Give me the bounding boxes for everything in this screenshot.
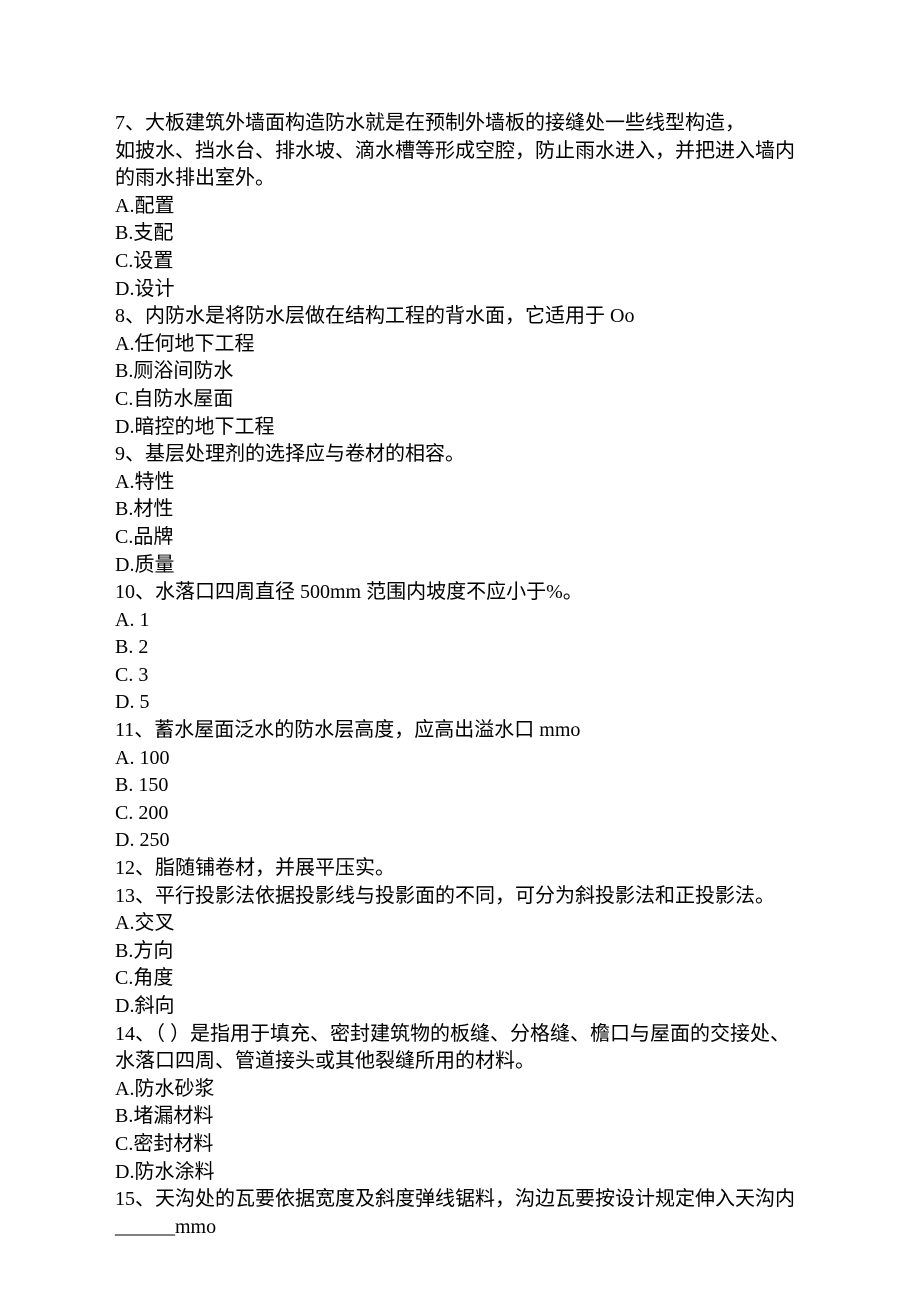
question-number: 11、 [115, 719, 154, 741]
question-body: （ ）是指用于填充、密封建筑物的板缝、分格缝、檐口与屋面的交接处、 [155, 1023, 790, 1045]
question-number: 15、 [115, 1188, 155, 1210]
question-number: 9、 [115, 443, 145, 465]
option-a: A. 100 [115, 745, 805, 773]
question-text-line: 11、蓄水屋面泛水的防水层高度，应高出溢水口 mmo [115, 717, 805, 745]
option-b: B.材性 [115, 496, 805, 524]
question-11: 11、蓄水屋面泛水的防水层高度，应高出溢水口 mmo A. 100 B. 150… [115, 717, 805, 855]
option-b: B.方向 [115, 938, 805, 966]
option-b: B.支配 [115, 220, 805, 248]
option-b: B. 2 [115, 634, 805, 662]
option-c: C.角度 [115, 965, 805, 993]
question-text-line: 水落口四周、管道接头或其他裂缝所用的材料。 [115, 1048, 805, 1076]
option-b: B. 150 [115, 772, 805, 800]
question-13: 13、平行投影法依据投影线与投影面的不同，可分为斜投影法和正投影法。 A.交叉 … [115, 883, 805, 1021]
option-a: A. 1 [115, 607, 805, 635]
question-body: 内防水是将防水层做在结构工程的背水面，它适用于 Oo [145, 305, 634, 327]
question-text-line: 7、大板建筑外墙面构造防水就是在预制外墙板的接缝处一些线型构造， [115, 110, 805, 138]
option-c: C.设置 [115, 248, 805, 276]
question-body: 大板建筑外墙面构造防水就是在预制外墙板的接缝处一些线型构造， [145, 112, 745, 134]
question-number: 14、 [115, 1023, 155, 1045]
question-number: 8、 [115, 305, 145, 327]
option-d: D.设计 [115, 276, 805, 304]
option-d: D.斜向 [115, 993, 805, 1021]
option-d: D. 5 [115, 689, 805, 717]
question-text-line: 14、（ ）是指用于填充、密封建筑物的板缝、分格缝、檐口与屋面的交接处、 [115, 1021, 805, 1049]
question-7: 7、大板建筑外墙面构造防水就是在预制外墙板的接缝处一些线型构造， 如披水、挡水台… [115, 110, 805, 303]
option-a: A.防水砂浆 [115, 1076, 805, 1104]
option-d: D. 250 [115, 827, 805, 855]
question-number: 13、 [115, 885, 155, 907]
option-d: D.暗控的地下工程 [115, 414, 805, 442]
question-body: 脂随铺卷材，并展平压实。 [155, 857, 395, 879]
option-c: C.密封材料 [115, 1131, 805, 1159]
option-a: A.交叉 [115, 910, 805, 938]
document-page: 7、大板建筑外墙面构造防水就是在预制外墙板的接缝处一些线型构造， 如披水、挡水台… [0, 0, 920, 1301]
question-14: 14、（ ）是指用于填充、密封建筑物的板缝、分格缝、檐口与屋面的交接处、 水落口… [115, 1021, 805, 1187]
option-b: B.堵漏材料 [115, 1103, 805, 1131]
question-8: 8、内防水是将防水层做在结构工程的背水面，它适用于 Oo A.任何地下工程 B.… [115, 303, 805, 441]
question-number: 10、 [115, 581, 155, 603]
question-9: 9、基层处理剂的选择应与卷材的相容。 A.特性 B.材性 C.品牌 D.质量 [115, 441, 805, 579]
question-15: 15、天沟处的瓦要依据宽度及斜度弹线锯料，沟边瓦要按设计规定伸入天沟内 ____… [115, 1186, 805, 1241]
option-c: C.自防水屋面 [115, 386, 805, 414]
question-body: 蓄水屋面泛水的防水层高度，应高出溢水口 mmo [154, 719, 580, 741]
question-number: 7、 [115, 112, 145, 134]
question-10: 10、水落口四周直径 500mm 范围内坡度不应小于%。 A. 1 B. 2 C… [115, 579, 805, 717]
question-number: 12、 [115, 857, 155, 879]
question-text-line: 12、脂随铺卷材，并展平压实。 [115, 855, 805, 883]
question-12: 12、脂随铺卷材，并展平压实。 [115, 855, 805, 883]
option-d: D.质量 [115, 552, 805, 580]
question-body: 天沟处的瓦要依据宽度及斜度弹线锯料，沟边瓦要按设计规定伸入天沟内 [155, 1188, 795, 1210]
option-c: C. 3 [115, 662, 805, 690]
question-body: 基层处理剂的选择应与卷材的相容。 [145, 443, 465, 465]
question-text-line: 10、水落口四周直径 500mm 范围内坡度不应小于%。 [115, 579, 805, 607]
option-a: A.任何地下工程 [115, 331, 805, 359]
question-text-line: 如披水、挡水台、排水坡、滴水槽等形成空腔，防止雨水进入，并把进入墙内 [115, 138, 805, 166]
option-c: C. 200 [115, 800, 805, 828]
question-text-line: 9、基层处理剂的选择应与卷材的相容。 [115, 441, 805, 469]
question-text-line: 8、内防水是将防水层做在结构工程的背水面，它适用于 Oo [115, 303, 805, 331]
question-body: 平行投影法依据投影线与投影面的不同，可分为斜投影法和正投影法。 [155, 885, 775, 907]
question-text-line: 的雨水排出室外。 [115, 165, 805, 193]
question-text-line: ______mmo [115, 1214, 805, 1242]
option-a: A.配置 [115, 193, 805, 221]
option-b: B.厕浴间防水 [115, 358, 805, 386]
option-d: D.防水涂料 [115, 1159, 805, 1187]
option-c: C.品牌 [115, 524, 805, 552]
question-body: 水落口四周直径 500mm 范围内坡度不应小于%。 [155, 581, 583, 603]
question-text-line: 15、天沟处的瓦要依据宽度及斜度弹线锯料，沟边瓦要按设计规定伸入天沟内 [115, 1186, 805, 1214]
question-text-line: 13、平行投影法依据投影线与投影面的不同，可分为斜投影法和正投影法。 [115, 883, 805, 911]
option-a: A.特性 [115, 469, 805, 497]
